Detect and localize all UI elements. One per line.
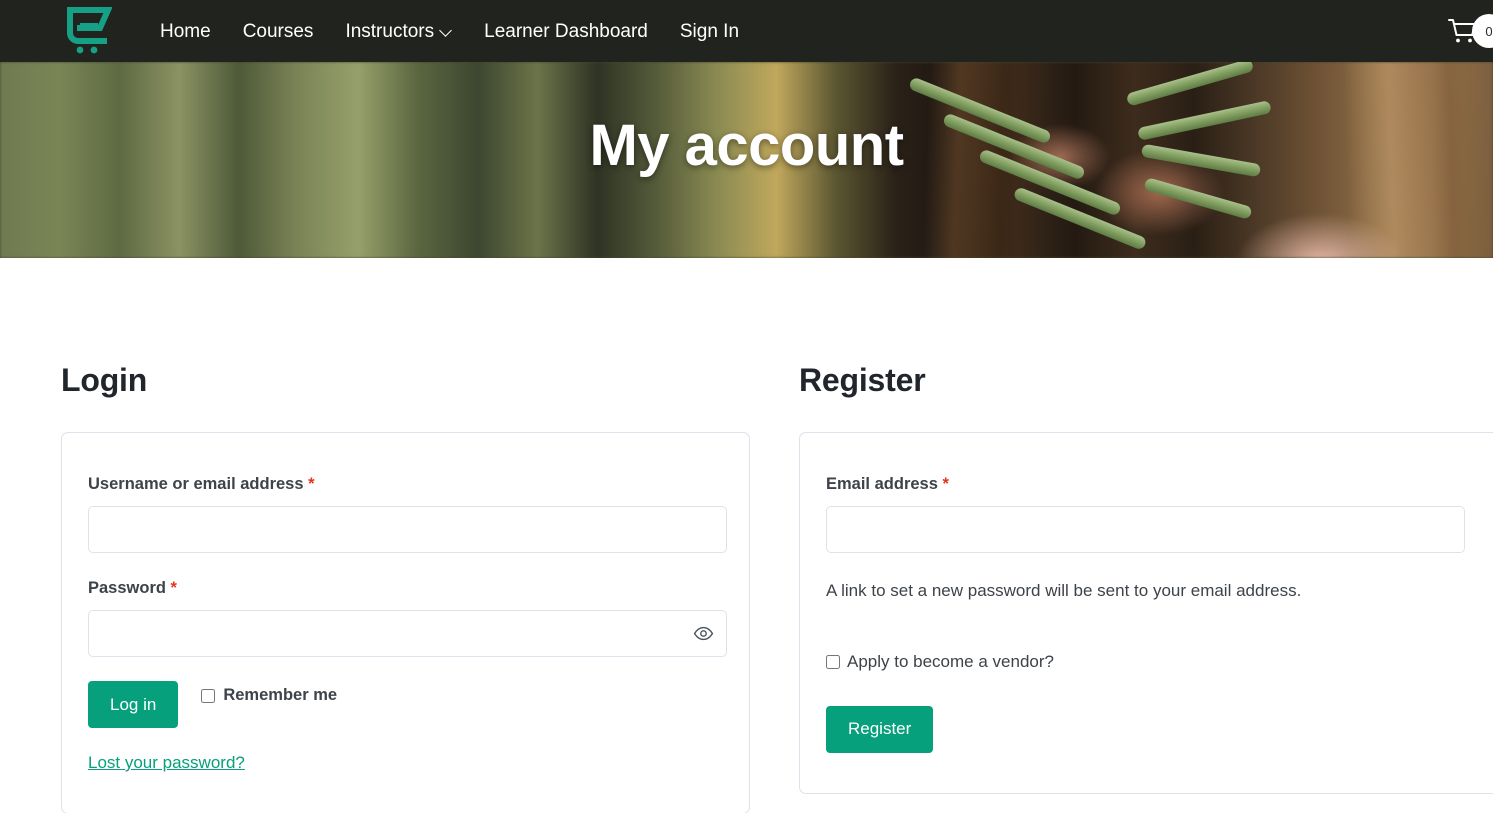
primary-nav: Home Courses Instructors Learner Dashboa… xyxy=(144,22,755,41)
main-content: Login Username or email address * Passwo… xyxy=(0,258,1493,813)
email-label-text: Email address xyxy=(826,475,938,493)
cart-button[interactable]: 0 xyxy=(1446,0,1493,62)
username-label-text: Username or email address xyxy=(88,475,304,493)
register-card: Email address * A link to set a new pass… xyxy=(799,432,1493,794)
shopping-cart-e-logo-icon xyxy=(67,7,112,54)
vendor-application-control[interactable]: Apply to become a vendor? xyxy=(826,652,1493,672)
username-field-group: Username or email address * xyxy=(88,475,727,553)
eye-icon xyxy=(693,626,713,641)
password-input[interactable] xyxy=(88,610,727,657)
nav-item-learner-dashboard[interactable]: Learner Dashboard xyxy=(468,22,664,41)
login-actions-row: Log in Remember me xyxy=(88,681,724,728)
vendor-application-label: Apply to become a vendor? xyxy=(847,651,1054,671)
top-navigation-bar: Home Courses Instructors Learner Dashboa… xyxy=(0,0,1493,62)
login-card: Username or email address * Password * L… xyxy=(61,432,750,813)
password-field-group: Password * xyxy=(88,579,727,657)
email-label: Email address * xyxy=(826,475,1493,494)
toggle-password-visibility-button[interactable] xyxy=(691,622,715,646)
password-label: Password * xyxy=(88,579,724,598)
nav-item-instructors-label: Instructors xyxy=(345,20,435,42)
nav-item-sign-in[interactable]: Sign In xyxy=(664,22,755,41)
email-input[interactable] xyxy=(826,506,1465,553)
login-column: Login Username or email address * Passwo… xyxy=(0,362,750,813)
nav-item-courses[interactable]: Courses xyxy=(227,22,330,41)
nav-item-sign-in-label: Sign In xyxy=(679,20,740,42)
nav-item-home[interactable]: Home xyxy=(144,22,227,41)
required-marker: * xyxy=(942,475,949,493)
register-actions-row: Register xyxy=(826,705,1493,753)
register-heading: Register xyxy=(799,362,926,398)
nav-item-learner-dashboard-label: Learner Dashboard xyxy=(484,20,648,42)
nav-item-courses-label: Courses xyxy=(242,20,314,42)
log-in-button[interactable]: Log in xyxy=(88,681,179,728)
register-button[interactable]: Register xyxy=(826,705,934,753)
site-logo[interactable] xyxy=(62,4,116,58)
remember-me-control[interactable]: Remember me xyxy=(201,686,337,705)
username-input[interactable] xyxy=(88,506,727,553)
nav-item-home-label: Home xyxy=(160,20,211,42)
username-label: Username or email address * xyxy=(88,475,724,494)
email-field-group: Email address * xyxy=(826,475,1493,553)
register-helper-text: A link to set a new password will be sen… xyxy=(826,581,1302,600)
chevron-down-icon xyxy=(441,25,452,36)
remember-me-label: Remember me xyxy=(223,686,338,704)
vendor-application-checkbox[interactable] xyxy=(826,654,840,669)
register-column: Register Email address * A link to set a… xyxy=(750,362,1493,813)
page-hero-banner: My account xyxy=(0,62,1493,258)
required-marker: * xyxy=(170,579,177,597)
lost-password-link[interactable]: Lost your password? xyxy=(88,753,245,773)
page-title: My account xyxy=(589,113,904,178)
account-columns: Login Username or email address * Passwo… xyxy=(0,258,1493,813)
login-heading: Login xyxy=(61,362,148,398)
password-label-text: Password xyxy=(88,579,166,597)
required-marker: * xyxy=(308,475,315,493)
nav-item-instructors[interactable]: Instructors xyxy=(329,22,468,41)
password-input-wrapper xyxy=(88,610,727,657)
remember-me-checkbox[interactable] xyxy=(201,688,216,703)
